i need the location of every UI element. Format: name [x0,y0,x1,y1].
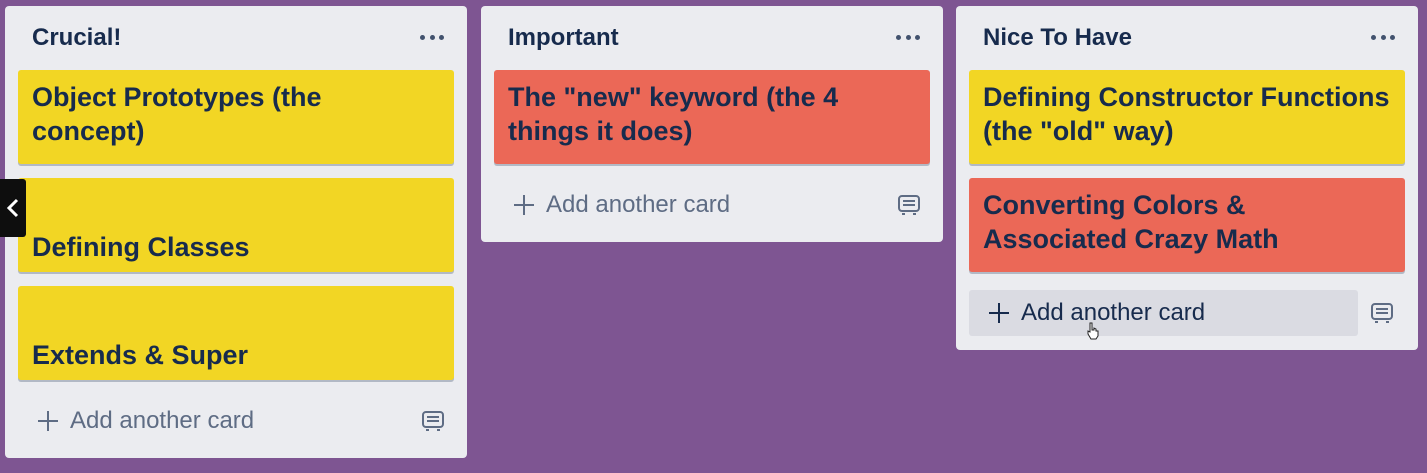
list-header: Nice To Have [956,6,1418,70]
card-template-icon[interactable] [1370,302,1394,324]
card-template-icon[interactable] [897,194,921,216]
more-horizontal-icon[interactable] [1368,22,1398,52]
board: Crucial! Object Prototypes (the concept)… [0,0,1427,473]
card-title: Defining Classes [32,232,250,262]
card[interactable]: Object Prototypes (the concept) [18,70,454,164]
add-card-label: Add another card [1021,299,1206,326]
list-nice-to-have: Nice To Have Defining Constructor Functi… [956,6,1418,350]
add-card-row: Add another card [956,286,1418,350]
list-header: Important [481,6,943,70]
card[interactable]: Extends & Super [18,286,454,380]
card-title: Extends & Super [32,340,249,370]
add-card-row: Add another card [5,394,467,458]
list-crucial: Crucial! Object Prototypes (the concept)… [5,6,467,458]
card[interactable]: The "new" keyword (the 4 things it does) [494,70,930,164]
hand-pointer-cursor-icon [1087,322,1099,340]
list-title[interactable]: Crucial! [32,24,121,52]
card-title: Converting Colors & Associated Crazy Mat… [983,190,1279,254]
list-header: Crucial! [5,6,467,70]
card[interactable]: Defining Constructor Functions (the "old… [969,70,1405,164]
chevron-left-icon[interactable] [0,179,26,237]
list-title[interactable]: Nice To Have [983,24,1132,52]
add-card-button[interactable]: Add another card [18,398,254,444]
card-title: Defining Constructor Functions (the "old… [983,82,1390,146]
list-important: Important The "new" keyword (the 4 thing… [481,6,943,242]
add-card-row: Add another card [481,178,943,242]
plus-icon [989,303,1009,323]
card[interactable]: Defining Classes [18,178,454,272]
add-card-label: Add another card [546,191,731,218]
add-card-button[interactable]: Add another card [494,182,730,228]
add-card-label: Add another card [70,407,255,434]
plus-icon [38,411,58,431]
plus-icon [514,195,534,215]
list-title[interactable]: Important [508,24,619,52]
more-horizontal-icon[interactable] [893,22,923,52]
card-title: Object Prototypes (the concept) [32,82,322,146]
add-card-button[interactable]: Add another card [969,290,1358,336]
more-horizontal-icon[interactable] [417,22,447,52]
card-template-icon[interactable] [421,410,445,432]
card-title: The "new" keyword (the 4 things it does) [508,82,839,146]
card[interactable]: Converting Colors & Associated Crazy Mat… [969,178,1405,272]
